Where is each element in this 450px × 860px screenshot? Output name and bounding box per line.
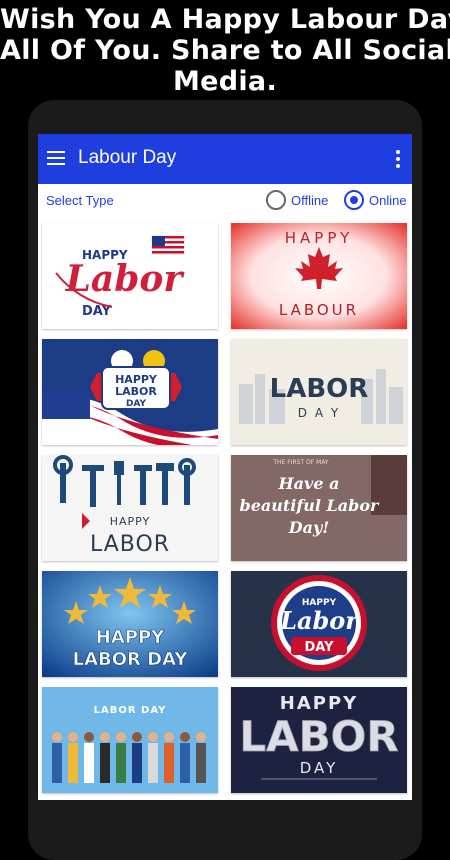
image-card-1[interactable]: HAPPY Labor DAY (42, 223, 218, 329)
radio-checked-icon (344, 190, 364, 210)
card-text: D A Y (298, 406, 340, 420)
promo-line-1: Wish You A Happy Labour Day (0, 4, 450, 35)
card-text: LABOR (239, 712, 398, 761)
image-card-2[interactable]: HAPPY LABOUR (231, 223, 407, 329)
promo-headline: Wish You A Happy Labour Day All Of You. … (0, 0, 450, 97)
card-text: LABOR DAY (94, 705, 167, 716)
promo-line-3: Media. (172, 66, 278, 97)
card-text: LABOR DAY (73, 649, 189, 670)
app-screen: Labour Day Select Type Offline Online HA… (38, 134, 412, 800)
image-card-8[interactable]: HAPPY Labor DAY (231, 571, 407, 677)
card-text: Have a (278, 474, 340, 493)
card-text: DAY (126, 399, 147, 409)
image-card-3[interactable]: HAPPY LABOR DAY (42, 339, 218, 445)
offline-label: Offline (291, 193, 329, 208)
card-text: beautiful Labor (240, 496, 380, 515)
card-text: THE FIRST OF MAY (272, 459, 329, 466)
more-vert-icon[interactable] (396, 150, 400, 168)
card-text: HAPPY (96, 627, 165, 648)
select-type-label: Select Type (46, 193, 114, 208)
card-text: LABOR (90, 532, 170, 557)
app-bar: Labour Day (38, 134, 412, 184)
card-text: LABOR (270, 374, 369, 404)
card-text: Day! (288, 518, 330, 537)
app-title: Labour Day (78, 147, 177, 168)
image-card-6[interactable]: THE FIRST OF MAY Have a beautiful Labor … (231, 455, 407, 561)
online-label: Online (369, 193, 407, 208)
select-type-row: Select Type Offline Online (38, 184, 412, 218)
promo-line-2: All Of You. Share to All Social (0, 35, 450, 66)
card-text: HAPPY (280, 693, 358, 714)
card-text: LABOR (115, 385, 157, 398)
us-flag-icon (151, 235, 185, 255)
card-text: HAPPY (110, 515, 151, 528)
image-card-5[interactable]: HAPPY LABOR (42, 455, 218, 561)
radio-unchecked-icon (266, 190, 286, 210)
card-text: Labor (279, 606, 360, 635)
card-text: HAPPY (285, 229, 353, 247)
image-card-7[interactable]: HAPPY LABOR DAY (42, 571, 218, 677)
image-card-10[interactable]: HAPPY LABOR DAY (231, 687, 407, 793)
hamburger-menu-icon[interactable] (47, 151, 65, 165)
card-text: Labor (65, 258, 186, 300)
image-card-9[interactable]: LABOR DAY (42, 687, 218, 793)
card-text: LABOUR (279, 301, 359, 319)
card-text: DAY (304, 640, 334, 655)
card-text: DAY (300, 759, 339, 777)
image-card-4[interactable]: LABOR D A Y (231, 339, 407, 445)
